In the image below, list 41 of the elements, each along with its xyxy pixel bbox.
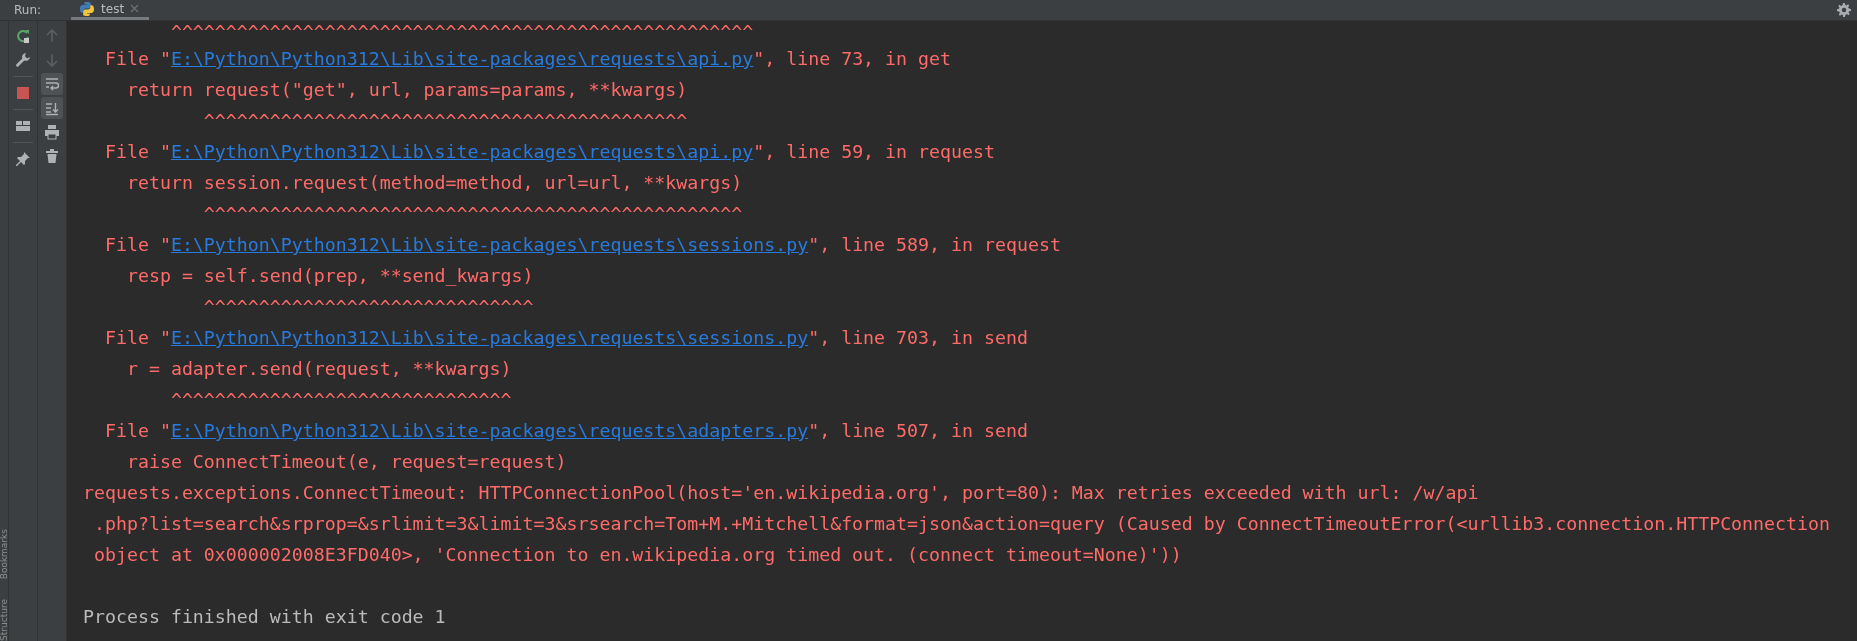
file-path-link[interactable]: E:\Python\Python312\Lib\site-packages\requests\api.py xyxy=(170,48,754,69)
traceback-text: ", line 507, in send xyxy=(808,420,1028,441)
error-output-line: resp = self.send(prep, **send_kwargs) xyxy=(125,265,534,286)
file-path-link[interactable]: E:\Python\Python312\Lib\site-packages\requests\api.py xyxy=(170,141,754,162)
settings-icon[interactable] xyxy=(1837,3,1851,17)
traceback-text: ", line 703, in send xyxy=(808,327,1028,348)
close-icon[interactable] xyxy=(130,4,140,13)
error-output-line: r = adapter.send(request, **kwargs) xyxy=(125,358,512,379)
pin-icon[interactable] xyxy=(15,151,31,167)
file-path-link[interactable]: E:\Python\Python312\Lib\site-packages\requests\adapters.py xyxy=(170,420,809,441)
error-output-line: return session.request(method=method, url=url, **kwargs) xyxy=(125,172,743,193)
traceback-text: File " xyxy=(103,48,171,69)
print-icon[interactable] xyxy=(44,124,60,140)
python-icon xyxy=(79,0,96,17)
trash-icon[interactable] xyxy=(44,148,60,164)
file-path-link[interactable]: E:\Python\Python312\Lib\site-packages\requests\sessions.py xyxy=(170,234,809,255)
error-output-line: ^^^^^^^^^^^^^^^^^^^^^^^^^^^^^^^^^^^^^^^^^^^^^^^^^ xyxy=(202,203,743,224)
process-exit-message: Process finished with exit code 1 xyxy=(83,606,446,627)
traceback-text: ", line 59, in request xyxy=(753,141,995,162)
error-output-line: raise ConnectTimeout(e, request=request) xyxy=(125,451,567,472)
layout-icon[interactable] xyxy=(15,118,31,134)
traceback-text: ", line 589, in request xyxy=(808,234,1061,255)
error-output-line: ^^^^^^^^^^^^^^^^^^^^^^^^^^^^^^^^^^^^^^^^^^^^ xyxy=(202,110,688,131)
error-output-line: return request("get", url, params=params, **kwargs) xyxy=(125,79,688,100)
error-output-line: ^^^^^^^^^^^^^^^^^^^^^^^^^^^^^^ xyxy=(202,296,534,317)
wrench-icon[interactable] xyxy=(15,52,31,68)
traceback-text: File " xyxy=(103,234,171,255)
rerun-icon[interactable] xyxy=(15,28,31,44)
error-output-line: ^^^^^^^^^^^^^^^^^^^^^^^^^^^^^^^^^^^^^^^^^^^^^^^^^^^^^ xyxy=(169,21,754,42)
traceback-text: ", line 73, in get xyxy=(753,48,952,69)
file-path-link[interactable]: E:\Python\Python312\Lib\site-packages\requests\sessions.py xyxy=(170,327,809,348)
traceback-text: File " xyxy=(103,141,171,162)
run-label: Run: xyxy=(14,3,42,17)
traceback-text: File " xyxy=(103,420,171,441)
error-output-line: object at 0x000002008E3FD040>, 'Connection to en.wikipedia.org timed out. (connect timeout=None)')) xyxy=(93,544,1182,565)
error-output-line: .php?list=search&srprop=&srlimit=3&limit=3&srsearch=Tom+M.+Mitchell&format=json&action=query (Caused by ConnectTimeoutError(<urllib3.connection.HTTPConnection xyxy=(93,513,1830,534)
stop-icon[interactable] xyxy=(15,85,31,101)
error-output-line: requests.exceptions.ConnectTimeout: HTTPConnectionPool(host='en.wikipedia.org', port=80): Max retries exceeded with url: /w/api xyxy=(83,482,1479,503)
traceback-text: File " xyxy=(103,327,171,348)
error-output-line: ^^^^^^^^^^^^^^^^^^^^^^^^^^^^^^^ xyxy=(169,389,512,410)
run-tab[interactable]: test xyxy=(71,0,150,20)
